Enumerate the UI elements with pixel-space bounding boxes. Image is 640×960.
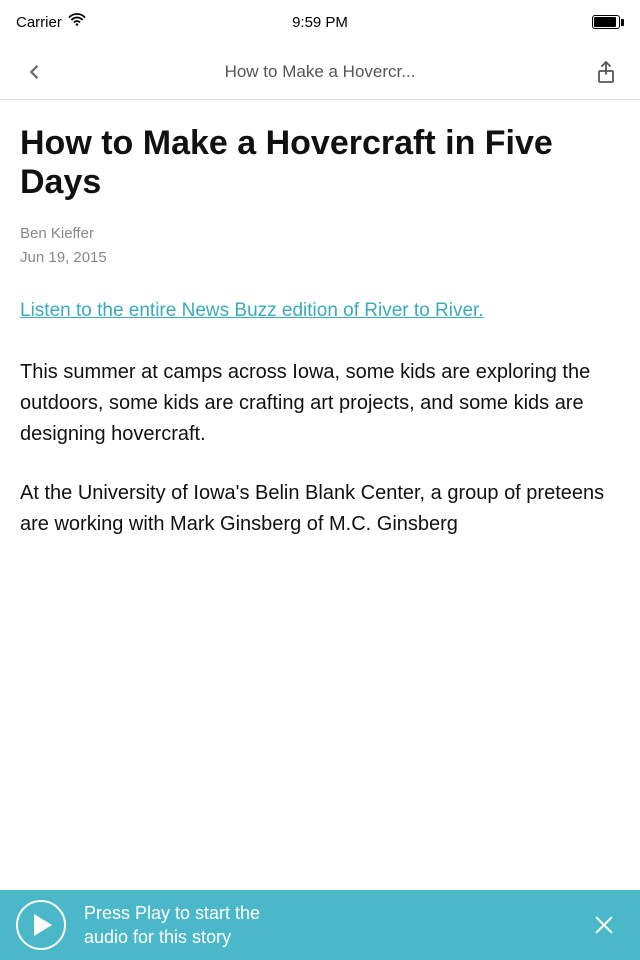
article-body: This summer at camps across Iowa, some k… — [20, 357, 620, 540]
audio-text-line2: audio for this story — [84, 927, 231, 947]
play-icon — [34, 914, 52, 936]
play-button[interactable] — [16, 900, 66, 950]
share-button[interactable] — [584, 50, 628, 94]
status-bar-time: 9:59 PM — [292, 14, 348, 31]
article-author: Ben Kieffer — [20, 222, 620, 246]
status-bar-right — [524, 15, 624, 29]
article-paragraph-1: This summer at camps across Iowa, some k… — [20, 357, 620, 450]
status-bar-left: Carrier — [16, 13, 116, 31]
audio-player-text: Press Play to start the audio for this s… — [66, 901, 584, 950]
article-paragraph-2: At the University of Iowa's Belin Blank … — [20, 478, 620, 540]
audio-player-bar: Press Play to start the audio for this s… — [0, 890, 640, 960]
status-bar: Carrier 9:59 PM — [0, 0, 640, 44]
article-title: How to Make a Hovercraft in Five Days — [20, 124, 620, 202]
battery-icon — [592, 15, 624, 29]
audio-text-line1: Press Play to start the — [84, 903, 260, 923]
article-date: Jun 19, 2015 — [20, 246, 620, 270]
carrier-label: Carrier — [16, 14, 62, 31]
audio-close-button[interactable] — [584, 905, 624, 945]
wifi-icon — [68, 13, 86, 31]
nav-bar: How to Make a Hovercr... — [0, 44, 640, 100]
back-button[interactable] — [12, 50, 56, 94]
article-listen-link[interactable]: Listen to the entire News Buzz edition o… — [20, 298, 620, 325]
article-meta: Ben Kieffer Jun 19, 2015 — [20, 222, 620, 270]
article-content: How to Make a Hovercraft in Five Days Be… — [0, 100, 640, 890]
nav-title: How to Make a Hovercr... — [56, 62, 584, 82]
